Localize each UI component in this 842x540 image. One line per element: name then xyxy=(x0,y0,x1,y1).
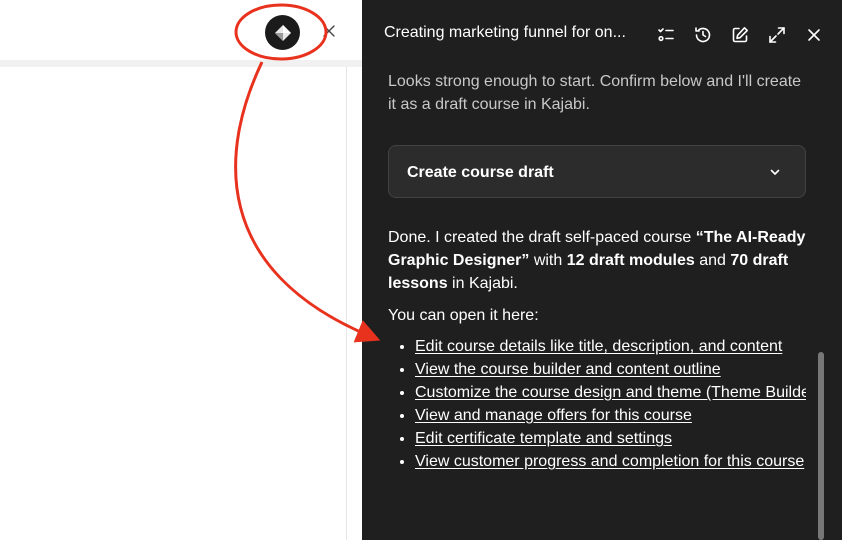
intro-message: Looks strong enough to start. Confirm be… xyxy=(388,73,802,113)
history-button[interactable] xyxy=(692,24,714,46)
done-mid-2: and xyxy=(694,252,731,269)
manage-offers-link[interactable]: View and manage offers for this course xyxy=(415,407,692,424)
edit-course-details-link[interactable]: Edit course details like title, descript… xyxy=(415,338,782,355)
done-message: Done. I created the draft self-paced cou… xyxy=(388,226,806,295)
edit-icon xyxy=(732,27,748,43)
done-mid-1: with xyxy=(529,252,567,269)
main-app-area xyxy=(0,0,362,540)
done-suffix: in Kajabi. xyxy=(447,275,518,292)
chat-scrollbar[interactable] xyxy=(818,352,824,540)
history-icon xyxy=(695,27,711,43)
modules-count: 12 draft modules xyxy=(566,252,695,269)
top-bar-divider xyxy=(0,60,362,67)
accordion-label: Create course draft xyxy=(407,164,554,181)
top-bar xyxy=(0,0,362,60)
list-item: View and manage offers for this course xyxy=(415,404,806,427)
open-here-text: You can open it here: xyxy=(388,307,539,324)
expand-icon xyxy=(769,27,785,43)
new-chat-button[interactable] xyxy=(729,24,751,46)
create-course-draft-accordion[interactable]: Create course draft xyxy=(388,145,806,198)
list-item: Customize the course design and theme (T… xyxy=(415,381,806,404)
assistant-panel: Creating marketing funnel for on... Look… xyxy=(362,0,842,540)
theme-builder-link[interactable]: Customize the course design and theme (T… xyxy=(415,384,806,401)
panel-header: Creating marketing funnel for on... xyxy=(362,0,842,68)
done-prefix: Done. I created the draft self-paced cou… xyxy=(388,229,696,246)
certificate-template-link[interactable]: Edit certificate template and settings xyxy=(415,430,672,447)
close-icon xyxy=(808,29,820,41)
diamond-logo-icon xyxy=(274,24,291,41)
task-list-button[interactable] xyxy=(655,24,677,46)
close-icon xyxy=(323,25,335,37)
list-item: Edit course details like title, descript… xyxy=(415,335,806,358)
panel-title: Creating marketing funnel for on... xyxy=(384,24,626,41)
list-item: View the course builder and content outl… xyxy=(415,358,806,381)
expand-button[interactable] xyxy=(766,24,788,46)
task-list-icon xyxy=(658,28,674,42)
panel-close-button[interactable] xyxy=(803,24,825,46)
list-item: Edit certificate template and settings xyxy=(415,427,806,450)
content-divider xyxy=(346,67,347,540)
assistant-logo-button[interactable] xyxy=(265,15,300,50)
list-item: View customer progress and completion fo… xyxy=(415,450,806,473)
course-links-list: Edit course details like title, descript… xyxy=(388,335,806,473)
chat-messages[interactable]: Looks strong enough to start. Confirm be… xyxy=(388,70,806,540)
chevron-down-icon xyxy=(765,162,785,182)
customer-progress-link[interactable]: View customer progress and completion fo… xyxy=(415,453,804,470)
course-builder-link[interactable]: View the course builder and content outl… xyxy=(415,361,721,378)
left-close-button[interactable] xyxy=(318,20,340,42)
